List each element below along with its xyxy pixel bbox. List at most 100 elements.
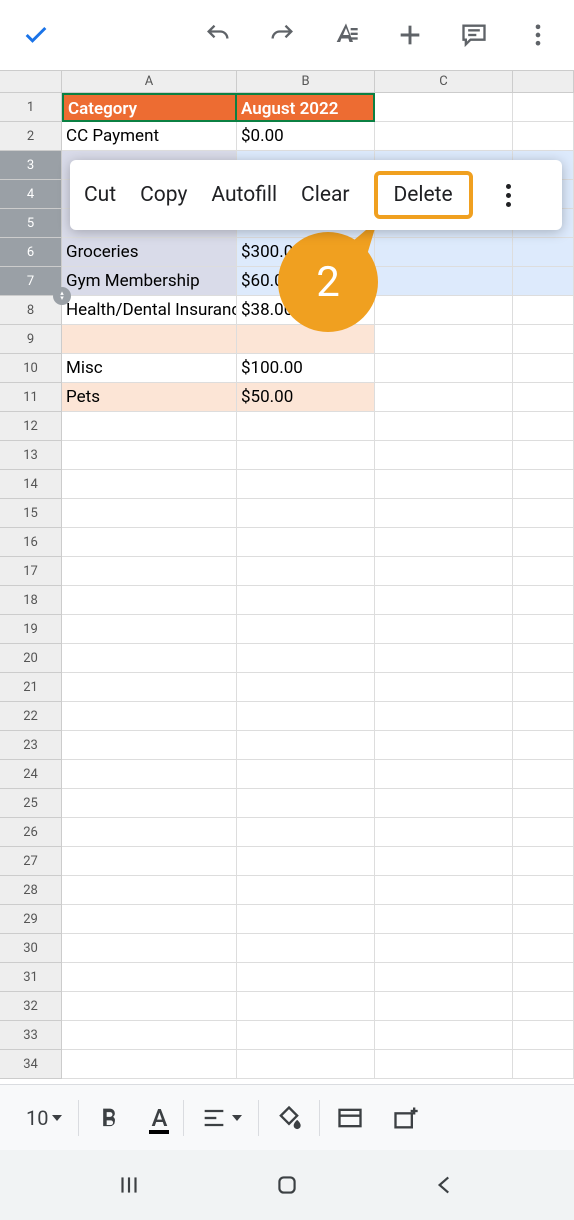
row-header[interactable]: 29 xyxy=(0,905,62,934)
cell[interactable] xyxy=(375,499,513,528)
cell[interactable] xyxy=(62,441,237,470)
cell[interactable] xyxy=(62,963,237,992)
cell[interactable] xyxy=(375,760,513,789)
text-color-button[interactable]: A xyxy=(137,1085,181,1150)
row-header[interactable]: 14 xyxy=(0,470,62,499)
row-header[interactable]: 6 xyxy=(0,238,62,267)
cell[interactable] xyxy=(375,992,513,1021)
cell[interactable] xyxy=(513,963,574,992)
cell[interactable] xyxy=(513,296,574,325)
cell[interactable] xyxy=(513,528,574,557)
cell[interactable] xyxy=(237,731,375,760)
cell[interactable] xyxy=(375,267,513,296)
cell[interactable] xyxy=(513,238,574,267)
cell[interactable]: Pets xyxy=(62,383,237,412)
cell[interactable] xyxy=(513,499,574,528)
row-header[interactable]: 30 xyxy=(0,934,62,963)
cell[interactable] xyxy=(62,499,237,528)
cell[interactable] xyxy=(62,586,237,615)
cell[interactable] xyxy=(62,1021,237,1050)
cell[interactable] xyxy=(375,1050,513,1079)
row-header[interactable]: 28 xyxy=(0,876,62,905)
cell[interactable] xyxy=(375,673,513,702)
cell[interactable]: $50.00 xyxy=(237,383,375,412)
cell[interactable] xyxy=(237,1050,375,1079)
cell[interactable] xyxy=(62,1050,237,1079)
more-vert-icon[interactable] xyxy=(522,19,554,51)
insert-button[interactable] xyxy=(378,1085,434,1150)
row-header[interactable]: 25 xyxy=(0,789,62,818)
clear-menuitem[interactable]: Clear xyxy=(301,183,349,207)
cell[interactable] xyxy=(375,296,513,325)
row-header[interactable]: 10 xyxy=(0,354,62,383)
cell[interactable] xyxy=(513,905,574,934)
cell[interactable] xyxy=(237,644,375,673)
cell[interactable]: Misc xyxy=(62,354,237,383)
cell[interactable] xyxy=(237,441,375,470)
cell[interactable] xyxy=(513,673,574,702)
cell[interactable] xyxy=(375,470,513,499)
cell[interactable] xyxy=(62,470,237,499)
cell[interactable] xyxy=(237,615,375,644)
row-header[interactable]: 23 xyxy=(0,731,62,760)
cell[interactable] xyxy=(375,557,513,586)
cell[interactable] xyxy=(375,1021,513,1050)
cell[interactable] xyxy=(375,644,513,673)
row-header[interactable]: 4 xyxy=(0,180,62,209)
cell[interactable] xyxy=(513,847,574,876)
cell[interactable] xyxy=(513,383,574,412)
cell[interactable] xyxy=(237,847,375,876)
cell[interactable] xyxy=(237,789,375,818)
cell[interactable] xyxy=(375,818,513,847)
cell[interactable] xyxy=(375,354,513,383)
cell[interactable] xyxy=(513,934,574,963)
cell[interactable] xyxy=(237,760,375,789)
cell[interactable] xyxy=(62,992,237,1021)
cell[interactable] xyxy=(237,876,375,905)
cell[interactable]: Health/Dental Insurance xyxy=(62,296,237,325)
cell[interactable] xyxy=(375,789,513,818)
cell[interactable] xyxy=(513,586,574,615)
row-header[interactable]: 1 xyxy=(0,93,62,122)
autofill-menuitem[interactable]: Autofill xyxy=(211,183,277,207)
cell[interactable] xyxy=(513,325,574,354)
row-header[interactable]: 27 xyxy=(0,847,62,876)
cell[interactable] xyxy=(62,412,237,441)
row-header[interactable]: 16 xyxy=(0,528,62,557)
column-header-D[interactable] xyxy=(513,71,574,93)
cut-menuitem[interactable]: Cut xyxy=(84,183,116,207)
cell[interactable] xyxy=(375,934,513,963)
cell[interactable] xyxy=(513,470,574,499)
cell[interactable] xyxy=(237,412,375,441)
cell[interactable] xyxy=(513,1021,574,1050)
cell[interactable] xyxy=(375,702,513,731)
cell[interactable] xyxy=(513,731,574,760)
cell[interactable] xyxy=(237,1021,375,1050)
cell[interactable] xyxy=(62,731,237,760)
cell[interactable] xyxy=(237,818,375,847)
cell[interactable] xyxy=(237,499,375,528)
cell[interactable] xyxy=(375,528,513,557)
plus-icon[interactable] xyxy=(394,19,426,51)
cell[interactable] xyxy=(237,934,375,963)
undo-icon[interactable] xyxy=(202,19,234,51)
freeze-button[interactable] xyxy=(322,1085,378,1150)
row-header[interactable]: 3 xyxy=(0,151,62,180)
cell[interactable] xyxy=(513,412,574,441)
row-header[interactable]: 20 xyxy=(0,644,62,673)
cell[interactable] xyxy=(62,847,237,876)
cell[interactable] xyxy=(375,93,513,122)
cell[interactable] xyxy=(375,731,513,760)
cell[interactable] xyxy=(62,528,237,557)
column-header-B[interactable]: B xyxy=(237,71,375,93)
cell[interactable] xyxy=(237,963,375,992)
cell[interactable] xyxy=(62,325,237,354)
cell[interactable] xyxy=(62,557,237,586)
row-header[interactable]: 34 xyxy=(0,1050,62,1079)
cell[interactable] xyxy=(375,383,513,412)
cell[interactable] xyxy=(513,992,574,1021)
cell[interactable] xyxy=(237,528,375,557)
cell[interactable] xyxy=(237,557,375,586)
cell[interactable] xyxy=(237,992,375,1021)
row-header[interactable]: 19 xyxy=(0,615,62,644)
